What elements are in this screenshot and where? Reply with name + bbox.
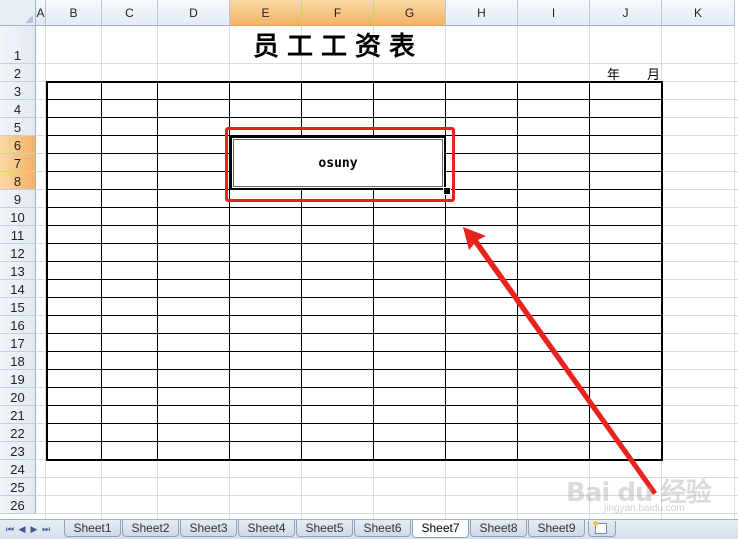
baidu-watermark-url: jingyan.baidu.com [604, 503, 685, 514]
next-sheet-button[interactable]: ▶ [28, 521, 40, 537]
tab-sheet4[interactable]: Sheet4 [238, 520, 295, 537]
tab-sheet9[interactable]: Sheet9 [528, 520, 585, 537]
first-sheet-button[interactable]: ⏮ [4, 521, 16, 537]
insert-sheet-icon [593, 521, 607, 534]
tab-sheet1[interactable]: Sheet1 [64, 520, 121, 537]
sheet-tab-bar: ⏮ ◀ ▶ ⏭ Sheet1 Sheet2 Sheet3 Sheet4 Sheet5 Sheet… [0, 519, 738, 539]
red-annotation-arrow [463, 227, 657, 495]
tab-sheet5[interactable]: Sheet5 [296, 520, 353, 537]
arrow-shape [463, 227, 657, 495]
tab-sheet7[interactable]: Sheet7 [412, 520, 469, 538]
spreadsheet-grid[interactable]: ABCDEFGHIJK 1 2 3 4 5 6 7 8 9 10 11 12 13 14 15 16 17 18 1… [0, 0, 738, 519]
tab-sheet6[interactable]: Sheet6 [354, 520, 411, 537]
tab-sheet8[interactable]: Sheet8 [470, 520, 527, 537]
tab-sheet2[interactable]: Sheet2 [122, 520, 179, 537]
last-sheet-button[interactable]: ⏭ [40, 521, 52, 537]
prev-sheet-button[interactable]: ◀ [16, 521, 28, 537]
insert-sheet-button[interactable] [588, 521, 616, 537]
tab-sheet3[interactable]: Sheet3 [180, 520, 237, 537]
